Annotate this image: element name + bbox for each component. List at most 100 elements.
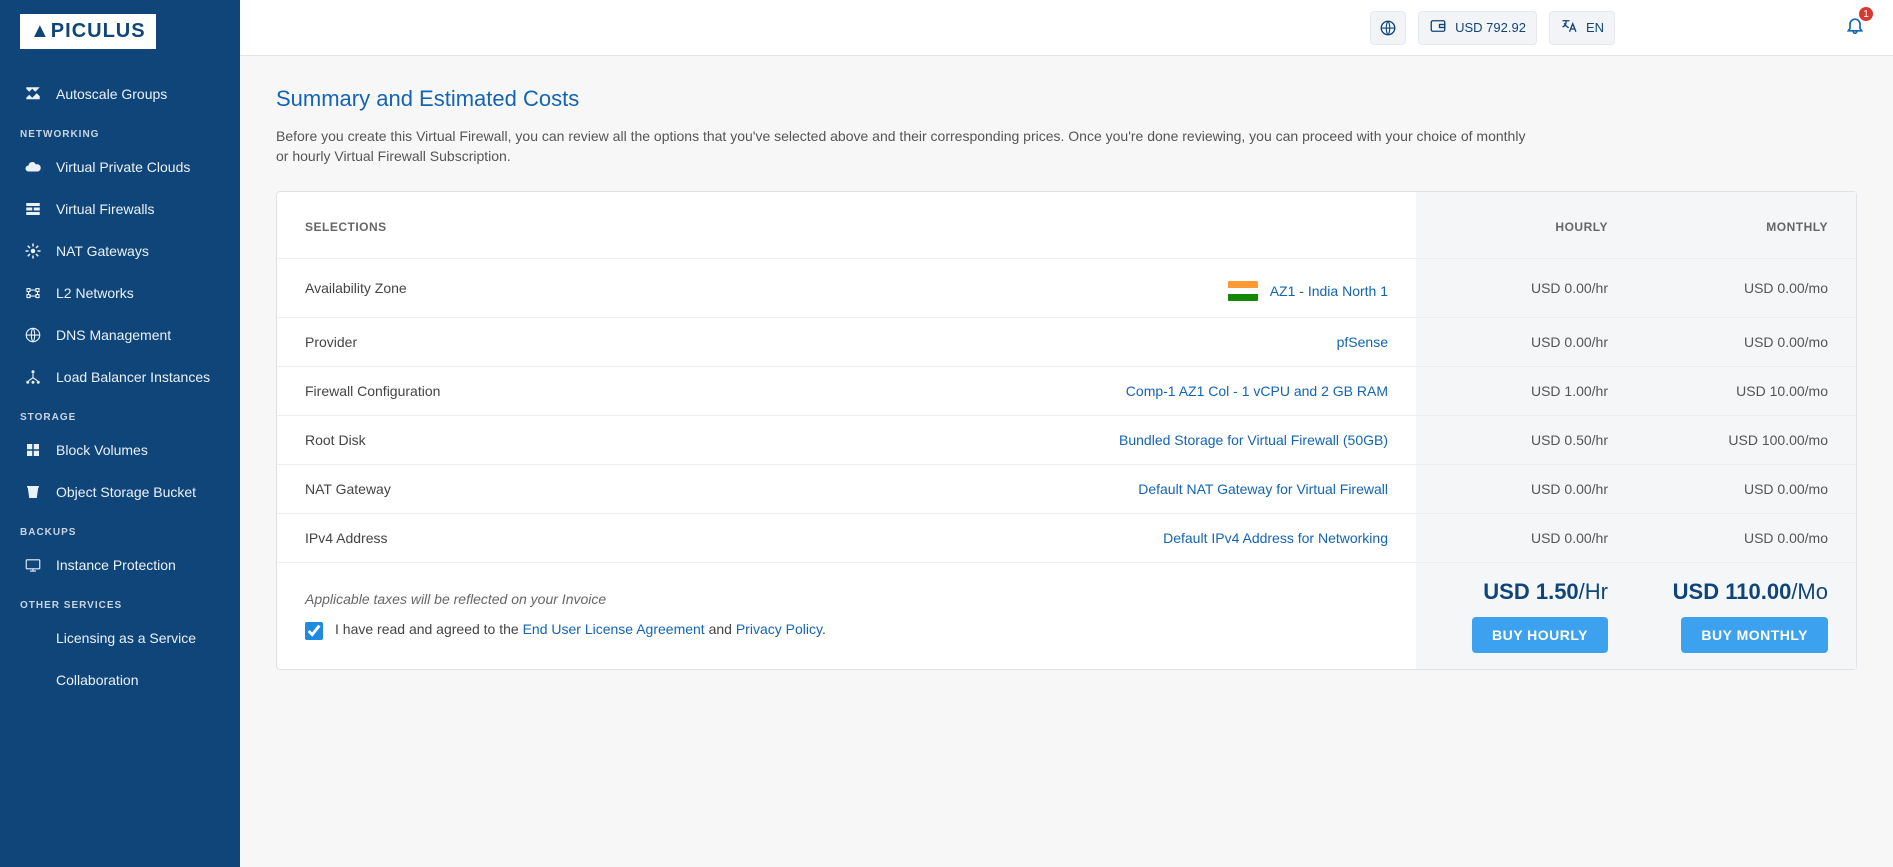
selection-name: Provider [277, 317, 507, 366]
protection-icon [24, 556, 42, 574]
selection-name: NAT Gateway [277, 464, 507, 513]
topbar: USD 792.92 EN 1 [240, 0, 1893, 56]
selection-name: IPv4 Address [277, 513, 507, 562]
sidebar-item-l2-networks[interactable]: L2 Networks [0, 272, 240, 314]
hourly-price: USD 0.00/hr [1416, 258, 1636, 317]
agree-checkbox[interactable] [305, 622, 323, 640]
hourly-price: USD 0.00/hr [1416, 464, 1636, 513]
selection-name: Firewall Configuration [277, 366, 507, 415]
monthly-price: USD 10.00/mo [1636, 366, 1856, 415]
page-title: Summary and Estimated Costs [276, 86, 1857, 112]
sidebar-label: Block Volumes [56, 442, 148, 458]
total-hourly: USD 1.50/Hr [1444, 579, 1608, 605]
translate-icon [1560, 17, 1578, 38]
sidebar: ▲PICULUS Autoscale Groups NETWORKING Vir… [0, 0, 240, 867]
selection-name: Availability Zone [277, 258, 507, 317]
cost-table: SELECTIONS HOURLY MONTHLY Availability Z… [277, 192, 1856, 669]
brand-logo[interactable]: ▲PICULUS [20, 14, 156, 49]
privacy-link[interactable]: Privacy Policy [736, 621, 822, 637]
cloud-icon [24, 158, 42, 176]
globe-button[interactable] [1370, 11, 1406, 45]
tax-note: Applicable taxes will be reflected on yo… [305, 591, 1388, 607]
wallet-icon [1429, 17, 1447, 38]
sidebar-item-vpc[interactable]: Virtual Private Clouds [0, 146, 240, 188]
sidebar-label: Autoscale Groups [56, 86, 167, 102]
sidebar-label: NAT Gateways [56, 243, 149, 259]
section-header-storage: STORAGE [0, 398, 240, 429]
table-row: IPv4 AddressDefault IPv4 Address for Net… [277, 513, 1856, 562]
selection-value: Default NAT Gateway for Virtual Firewall [507, 464, 1416, 513]
block-icon [24, 441, 42, 459]
selection-name: Root Disk [277, 415, 507, 464]
table-row: Availability ZoneAZ1 - India North 1USD … [277, 258, 1856, 317]
content-area: Summary and Estimated Costs Before you c… [240, 56, 1893, 867]
notification-badge: 1 [1859, 7, 1873, 21]
sidebar-nav: Autoscale Groups NETWORKING Virtual Priv… [0, 63, 240, 867]
monthly-price: USD 0.00/mo [1636, 513, 1856, 562]
sidebar-label: L2 Networks [56, 285, 134, 301]
language-button[interactable]: EN [1549, 11, 1615, 45]
l2-icon [24, 284, 42, 302]
sidebar-label: Object Storage Bucket [56, 484, 196, 500]
globe-icon [24, 326, 42, 344]
autoscale-icon [24, 85, 42, 103]
firewall-icon [24, 200, 42, 218]
total-monthly: USD 110.00/Mo [1664, 579, 1828, 605]
totals-hourly-cell: USD 1.50/Hr BUY HOURLY [1416, 562, 1636, 669]
sidebar-label: Licensing as a Service [56, 630, 196, 646]
sidebar-label: Instance Protection [56, 557, 176, 573]
monthly-price: USD 0.00/mo [1636, 317, 1856, 366]
section-header-networking: NETWORKING [0, 115, 240, 146]
sidebar-label: DNS Management [56, 327, 171, 343]
selection-value: pfSense [507, 317, 1416, 366]
monthly-price: USD 0.00/mo [1636, 464, 1856, 513]
monthly-price: USD 0.00/mo [1636, 258, 1856, 317]
totals-left: Applicable taxes will be reflected on yo… [277, 562, 1416, 669]
table-row: Firewall ConfigurationComp-1 AZ1 Col - 1… [277, 366, 1856, 415]
selection-value: AZ1 - India North 1 [507, 258, 1416, 317]
sidebar-item-virtual-firewalls[interactable]: Virtual Firewalls [0, 188, 240, 230]
selection-value: Bundled Storage for Virtual Firewall (50… [507, 415, 1416, 464]
hourly-price: USD 1.00/hr [1416, 366, 1636, 415]
section-header-other: OTHER SERVICES [0, 586, 240, 617]
sidebar-item-dns-management[interactable]: DNS Management [0, 314, 240, 356]
sidebar-item-collaboration[interactable]: Collaboration [0, 659, 240, 701]
buy-monthly-button[interactable]: BUY MONTHLY [1681, 617, 1828, 653]
balance-label: USD 792.92 [1455, 20, 1526, 35]
notification-bell[interactable]: 1 [1839, 9, 1871, 46]
total-hourly-amt: USD 1.50 [1483, 579, 1578, 604]
balance-button[interactable]: USD 792.92 [1418, 11, 1537, 45]
page-description: Before you create this Virtual Firewall,… [276, 126, 1526, 167]
sidebar-item-load-balancer[interactable]: Load Balancer Instances [0, 356, 240, 398]
sidebar-label: Load Balancer Instances [56, 369, 210, 385]
agree-pre: I have read and agreed to the [335, 621, 523, 637]
eula-link[interactable]: End User License Agreement [523, 621, 705, 637]
section-header-backups: BACKUPS [0, 513, 240, 544]
india-flag-icon [1228, 281, 1258, 301]
total-hourly-unit: /Hr [1579, 579, 1608, 604]
selection-value: Comp-1 AZ1 Col - 1 vCPU and 2 GB RAM [507, 366, 1416, 415]
col-header-hourly: HOURLY [1416, 192, 1636, 259]
total-monthly-amt: USD 110.00 [1673, 579, 1792, 604]
col-header-selections: SELECTIONS [277, 192, 1416, 259]
agree-terms[interactable]: I have read and agreed to the End User L… [305, 621, 1388, 640]
sidebar-label: Collaboration [56, 672, 139, 688]
table-row: Root DiskBundled Storage for Virtual Fir… [277, 415, 1856, 464]
sidebar-item-nat-gateways[interactable]: NAT Gateways [0, 230, 240, 272]
logo-wrap: ▲PICULUS [0, 0, 240, 63]
agree-mid: and [705, 621, 736, 637]
hourly-price: USD 0.50/hr [1416, 415, 1636, 464]
sidebar-item-autoscale-groups[interactable]: Autoscale Groups [0, 73, 240, 115]
buy-hourly-button[interactable]: BUY HOURLY [1472, 617, 1608, 653]
summary-card: SELECTIONS HOURLY MONTHLY Availability Z… [276, 191, 1857, 670]
sidebar-item-object-storage[interactable]: Object Storage Bucket [0, 471, 240, 513]
sidebar-item-instance-protection[interactable]: Instance Protection [0, 544, 240, 586]
sidebar-item-licensing[interactable]: Licensing as a Service [0, 617, 240, 659]
nat-icon [24, 242, 42, 260]
sidebar-item-block-volumes[interactable]: Block Volumes [0, 429, 240, 471]
total-monthly-unit: /Mo [1791, 579, 1828, 604]
loadbalancer-icon [24, 368, 42, 386]
hourly-price: USD 0.00/hr [1416, 317, 1636, 366]
language-label: EN [1586, 20, 1604, 35]
agree-end: . [822, 621, 826, 637]
